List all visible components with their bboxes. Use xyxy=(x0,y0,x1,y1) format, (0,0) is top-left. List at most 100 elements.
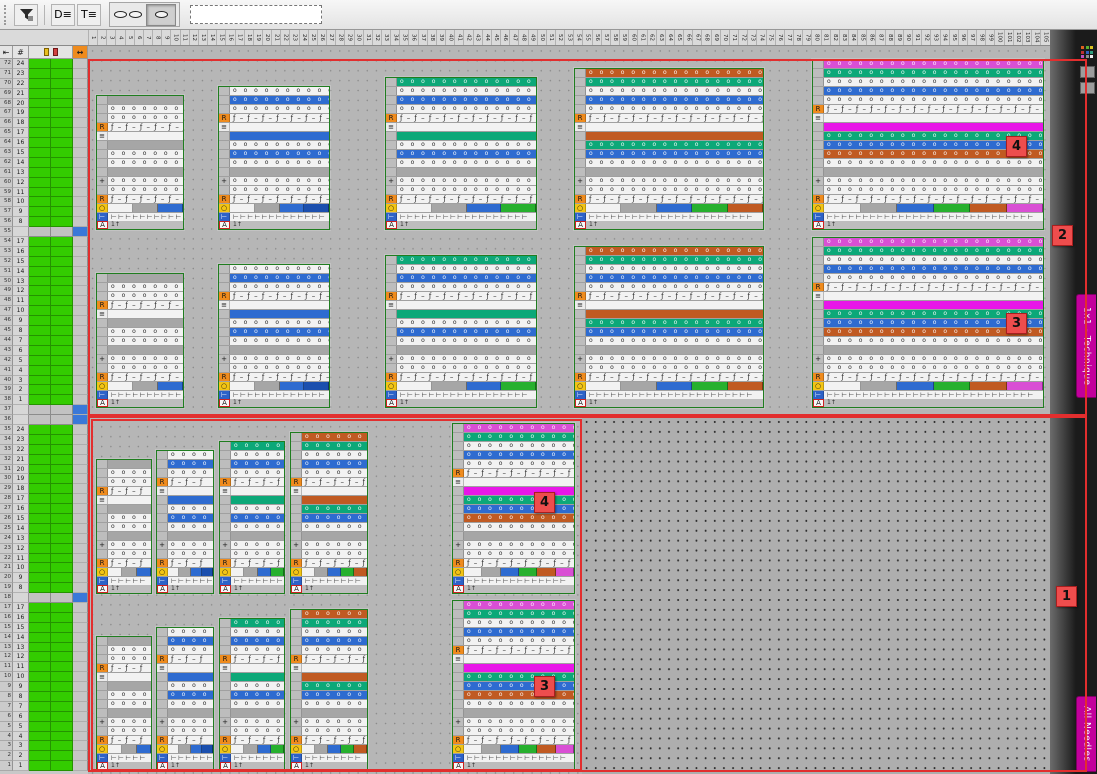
eq-icon[interactable]: ≡ xyxy=(97,310,108,318)
column-number[interactable]: 2 xyxy=(97,30,106,45)
function-segment[interactable] xyxy=(304,382,329,390)
yarn-cell[interactable] xyxy=(51,336,73,346)
column-number[interactable]: 26 xyxy=(317,30,326,45)
column-number[interactable]: 49 xyxy=(528,30,537,45)
needle-position-icon[interactable]: ⇤ xyxy=(0,46,13,59)
yarn-cell[interactable] xyxy=(29,682,51,692)
column-number[interactable]: 86 xyxy=(866,30,875,45)
row-marker-cell[interactable] xyxy=(73,326,88,336)
row-marker-cell[interactable] xyxy=(73,356,88,366)
d-view-button[interactable]: D≡ xyxy=(51,4,75,26)
pattern-block[interactable]: o o o o o o o o o o o o o o o o o o o o … xyxy=(574,68,764,230)
function-segment[interactable] xyxy=(133,204,158,212)
yarn-cell[interactable] xyxy=(29,277,51,287)
yarn-cell[interactable] xyxy=(29,741,51,751)
magnifier-icon[interactable]: ○ xyxy=(219,382,230,390)
yarn-cell[interactable] xyxy=(51,69,73,79)
yarn-indicator-header[interactable] xyxy=(29,46,73,59)
row-marker-cell[interactable] xyxy=(73,494,88,504)
column-number[interactable]: 6 xyxy=(134,30,143,45)
a-icon[interactable]: A xyxy=(157,585,168,593)
yarn-cell[interactable] xyxy=(29,217,51,227)
row-marker-cell[interactable] xyxy=(73,89,88,99)
function-segment[interactable] xyxy=(824,382,861,390)
h-icon[interactable]: ⊢ xyxy=(291,577,302,585)
a-icon[interactable]: A xyxy=(97,762,108,770)
function-segment[interactable] xyxy=(482,568,500,576)
yarn-cell[interactable] xyxy=(29,613,51,623)
yarn-cell[interactable] xyxy=(29,316,51,326)
column-number[interactable]: 44 xyxy=(482,30,491,45)
yarn-cell[interactable] xyxy=(29,623,51,633)
h-icon[interactable]: ⊢ xyxy=(453,577,464,585)
r-icon[interactable]: R xyxy=(813,105,824,113)
a-icon[interactable]: A xyxy=(291,762,302,770)
panel-button[interactable] xyxy=(1080,66,1095,78)
pattern-block[interactable]: o o o o o o oo o o o o o oo o o o o o oo… xyxy=(219,618,285,771)
column-number[interactable]: 32 xyxy=(372,30,381,45)
r-icon[interactable]: R xyxy=(219,114,230,122)
function-segment[interactable] xyxy=(464,745,482,753)
function-segment[interactable] xyxy=(158,204,183,212)
pattern-block[interactable]: o o o o o o o o o o o o oo o o o o o o o… xyxy=(218,264,330,408)
yarn-cell[interactable] xyxy=(51,732,73,742)
row-marker-cell[interactable] xyxy=(73,474,88,484)
yarn-cell[interactable] xyxy=(51,613,73,623)
plus-icon[interactable]: + xyxy=(453,718,464,726)
yarn-cell[interactable] xyxy=(51,435,73,445)
r-icon[interactable]: R xyxy=(219,373,230,381)
yarn-cell[interactable] xyxy=(29,474,51,484)
magnifier-icon[interactable]: ○ xyxy=(386,204,397,212)
column-number[interactable]: 31 xyxy=(363,30,372,45)
function-segment[interactable] xyxy=(824,204,861,212)
yarn-cell[interactable] xyxy=(29,227,51,237)
column-number[interactable]: 3 xyxy=(106,30,115,45)
yarn-cell[interactable] xyxy=(51,99,73,109)
a-icon[interactable]: A xyxy=(453,585,464,593)
yarn-cell[interactable] xyxy=(51,504,73,514)
yarn-cell[interactable] xyxy=(51,633,73,643)
magnifier-icon[interactable]: ○ xyxy=(220,568,231,576)
magnifier-icon[interactable]: ○ xyxy=(97,204,108,212)
function-segment[interactable] xyxy=(467,204,502,212)
row-marker-cell[interactable] xyxy=(73,227,88,237)
h-icon[interactable]: ⊢ xyxy=(575,213,586,221)
yarn-cell[interactable] xyxy=(29,118,51,128)
column-number[interactable]: 47 xyxy=(509,30,518,45)
function-segment[interactable] xyxy=(467,382,502,390)
r-icon[interactable]: R xyxy=(157,655,168,663)
yarn-cell[interactable] xyxy=(51,652,73,662)
row-marker-cell[interactable] xyxy=(73,652,88,662)
column-number[interactable]: 101 xyxy=(1004,30,1013,45)
yarn-cell[interactable] xyxy=(29,544,51,554)
column-number[interactable]: 7 xyxy=(143,30,152,45)
magnifier-icon[interactable]: ○ xyxy=(157,745,168,753)
column-number[interactable]: 79 xyxy=(802,30,811,45)
yarn-cell[interactable] xyxy=(51,514,73,524)
r-icon[interactable]: R xyxy=(291,655,302,663)
row-marker-cell[interactable] xyxy=(73,237,88,247)
yarn-cell[interactable] xyxy=(29,59,51,69)
function-segment[interactable] xyxy=(657,204,692,212)
yarn-cell[interactable] xyxy=(29,168,51,178)
column-number[interactable]: 81 xyxy=(821,30,830,45)
r-icon[interactable]: R xyxy=(220,478,231,486)
column-number[interactable]: 87 xyxy=(875,30,884,45)
row-marker-cell[interactable] xyxy=(73,79,88,89)
function-segment[interactable] xyxy=(158,382,183,390)
function-segment[interactable] xyxy=(108,382,133,390)
row-marker-cell[interactable] xyxy=(73,455,88,465)
column-number[interactable]: 68 xyxy=(701,30,710,45)
yarn-cell[interactable] xyxy=(29,376,51,386)
yarn-cell[interactable] xyxy=(51,217,73,227)
row-marker-cell[interactable] xyxy=(73,415,88,425)
yarn-cell[interactable] xyxy=(51,108,73,118)
row-marker-cell[interactable] xyxy=(73,534,88,544)
yarn-cell[interactable] xyxy=(51,741,73,751)
function-segment[interactable] xyxy=(537,745,555,753)
column-number[interactable]: 8 xyxy=(152,30,161,45)
plus-icon[interactable]: + xyxy=(220,541,231,549)
yarn-cell[interactable] xyxy=(51,267,73,277)
yarn-cell[interactable] xyxy=(29,385,51,395)
a-icon[interactable]: A xyxy=(813,399,824,407)
